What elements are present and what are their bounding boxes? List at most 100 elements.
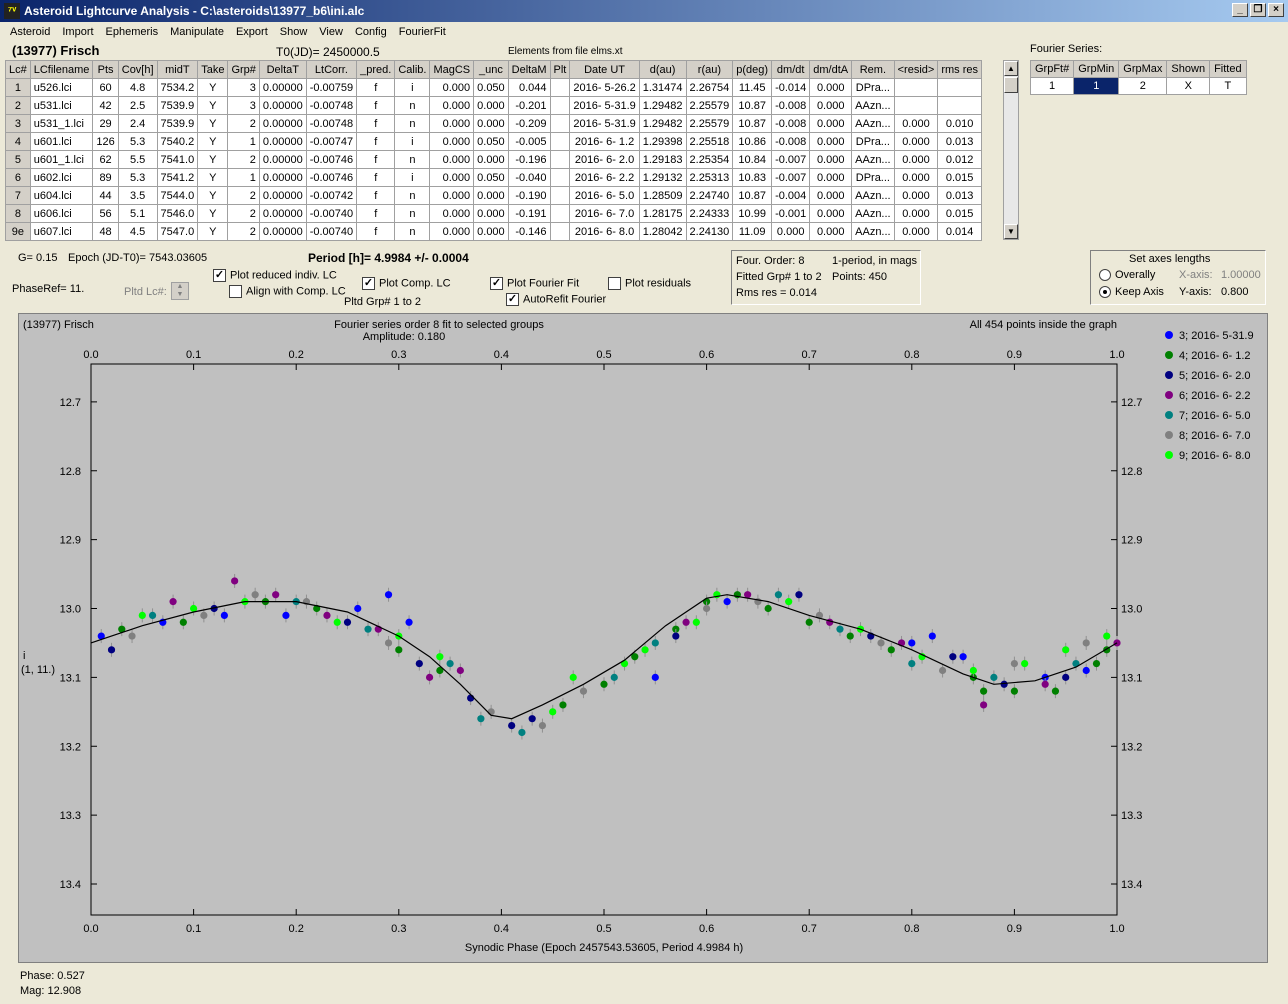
table-cell[interactable]: -0.005: [507, 132, 551, 151]
table-cell[interactable]: 0.012: [937, 150, 982, 169]
table-cell[interactable]: 60: [92, 78, 119, 97]
lightcurve-plot[interactable]: 0.0 0.0 0.1 0.1 0.2 0.2 0.3 0.3 0.4 0.4 0.5 0.5 0.6 0…: [18, 313, 1268, 963]
table-cell[interactable]: 0.050: [473, 132, 509, 151]
table-cell[interactable]: 62: [92, 150, 119, 169]
column-header[interactable]: rms res: [937, 60, 982, 79]
table-cell[interactable]: 0.000: [809, 114, 853, 133]
table-cell[interactable]: 2.25579: [685, 96, 734, 115]
menu-manipulate[interactable]: Manipulate: [164, 26, 230, 38]
table-cell[interactable]: AAzn...: [851, 222, 895, 241]
table-cell[interactable]: DPra...: [851, 168, 895, 187]
table-cell[interactable]: Y: [197, 204, 229, 223]
column-header[interactable]: Date UT: [569, 60, 640, 79]
table-cell[interactable]: u526.lci: [29, 78, 94, 97]
table-cell[interactable]: 0.000: [473, 114, 509, 133]
table-cell[interactable]: 0.000: [893, 150, 939, 169]
plot-fourier-checkbox[interactable]: ✓ Plot Fourier Fit: [490, 277, 579, 290]
table-cell[interactable]: 0.00000: [258, 222, 307, 241]
table-cell[interactable]: f: [356, 186, 396, 205]
table-cell[interactable]: 0.000: [809, 186, 853, 205]
menu-show[interactable]: Show: [274, 26, 314, 38]
table-cell[interactable]: Y: [197, 132, 229, 151]
checkbox-checked-icon[interactable]: ✓: [490, 277, 503, 290]
column-header[interactable]: LCfilename: [29, 60, 94, 79]
table-cell[interactable]: -0.00740: [305, 222, 358, 241]
overally-radio[interactable]: Overally: [1099, 269, 1155, 282]
table-cell[interactable]: Y: [197, 186, 229, 205]
table-row[interactable]: 3 u531_1.lci 29 2.4 7539.9 Y 2 0.00000 -0.00748 f…: [5, 114, 982, 133]
table-cell[interactable]: 0.000: [429, 222, 475, 241]
table-cell[interactable]: -0.146: [507, 222, 551, 241]
table-cell[interactable]: 7540.2: [156, 132, 199, 151]
column-header[interactable]: Cov[h]: [117, 60, 158, 79]
table-cell[interactable]: -0.008: [771, 132, 811, 151]
table-cell[interactable]: 2.25518: [685, 132, 734, 151]
table-cell[interactable]: n: [394, 96, 431, 115]
table-cell[interactable]: 0.00000: [258, 114, 307, 133]
table-cell[interactable]: 0.000: [893, 168, 939, 187]
table-cell[interactable]: 2016- 6- 1.2: [569, 132, 640, 151]
table-cell[interactable]: 0.000: [893, 186, 939, 205]
fourier-cell[interactable]: 1: [1073, 77, 1120, 95]
column-header[interactable]: dm/dt: [771, 60, 811, 79]
table-row[interactable]: 4 u601.lci 126 5.3 7540.2 Y 1 0.00000 -0.00747 f i…: [5, 132, 982, 151]
table-cell[interactable]: 2016- 6- 5.0: [569, 186, 640, 205]
table-cell[interactable]: 2.24740: [685, 186, 734, 205]
table-cell[interactable]: 44: [92, 186, 119, 205]
column-header[interactable]: MagCS: [429, 60, 475, 79]
fourier-cell[interactable]: 2: [1118, 77, 1168, 95]
table-cell[interactable]: 0.000: [429, 78, 475, 97]
table-cell[interactable]: 2: [227, 204, 260, 223]
table-cell[interactable]: f: [356, 96, 396, 115]
table-cell[interactable]: Y: [197, 78, 229, 97]
plot-reduced-checkbox[interactable]: ✓ Plot reduced indiv. LC: [213, 269, 337, 282]
table-cell[interactable]: 0.000: [771, 222, 811, 241]
plot-residuals-checkbox[interactable]: Plot residuals: [608, 277, 691, 290]
table-cell[interactable]: 5.1: [117, 204, 158, 223]
table-cell[interactable]: 1.28175: [638, 204, 687, 223]
table-cell[interactable]: 3.5: [117, 186, 158, 205]
column-header[interactable]: d(au): [638, 60, 687, 79]
table-cell[interactable]: DPra...: [851, 132, 895, 151]
table-cell[interactable]: 5.3: [117, 168, 158, 187]
table-cell[interactable]: 0.000: [429, 114, 475, 133]
table-cell[interactable]: 7534.2: [156, 78, 199, 97]
table-cell[interactable]: 2.25313: [685, 168, 734, 187]
checkbox-empty-icon[interactable]: [608, 277, 621, 290]
table-cell[interactable]: 0.013: [937, 132, 982, 151]
table-cell[interactable]: 0.000: [473, 150, 509, 169]
table-cell[interactable]: 0.044: [507, 78, 551, 97]
table-cell[interactable]: 10.87: [732, 96, 773, 115]
table-cell[interactable]: [937, 78, 982, 97]
menu-ephemeris[interactable]: Ephemeris: [100, 26, 165, 38]
table-cell[interactable]: u601.lci: [29, 132, 94, 151]
table-cell[interactable]: 0.00000: [258, 132, 307, 151]
scroll-up-icon[interactable]: ▲: [1004, 61, 1018, 76]
restore-icon[interactable]: ❐: [1250, 3, 1266, 17]
table-cell[interactable]: 0.000: [893, 114, 939, 133]
radio-on-icon[interactable]: [1099, 286, 1111, 299]
table-cell[interactable]: 7547.0: [156, 222, 199, 241]
table-cell[interactable]: 0.050: [473, 168, 509, 187]
fourier-cell[interactable]: X: [1166, 77, 1211, 95]
table-row[interactable]: 7 u604.lci 44 3.5 7544.0 Y 2 0.00000 -0.00742 f n 0…: [5, 186, 982, 205]
table-cell[interactable]: 0.000: [429, 132, 475, 151]
table-cell[interactable]: -0.00742: [305, 186, 358, 205]
row-number[interactable]: 4: [5, 132, 31, 151]
table-cell[interactable]: 3: [227, 96, 260, 115]
column-header[interactable]: r(au): [685, 60, 734, 79]
table-cell[interactable]: 2.24130: [685, 222, 734, 241]
table-cell[interactable]: 0.013: [937, 186, 982, 205]
table-cell[interactable]: 7541.2: [156, 168, 199, 187]
table-cell[interactable]: 0.000: [473, 96, 509, 115]
lightcurve-table[interactable]: Lc# LCfilename Pts Cov[h] midT Take Grp# DeltaT…: [5, 60, 982, 241]
table-cell[interactable]: -0.001: [771, 204, 811, 223]
table-cell[interactable]: f: [356, 168, 396, 187]
table-cell[interactable]: [893, 78, 939, 97]
table-cell[interactable]: 0.000: [809, 96, 853, 115]
table-cell[interactable]: 0.00000: [258, 78, 307, 97]
table-cell[interactable]: 7539.9: [156, 114, 199, 133]
menu-config[interactable]: Config: [349, 26, 393, 38]
table-cell[interactable]: 1.29482: [638, 114, 687, 133]
table-cell[interactable]: [937, 96, 982, 115]
